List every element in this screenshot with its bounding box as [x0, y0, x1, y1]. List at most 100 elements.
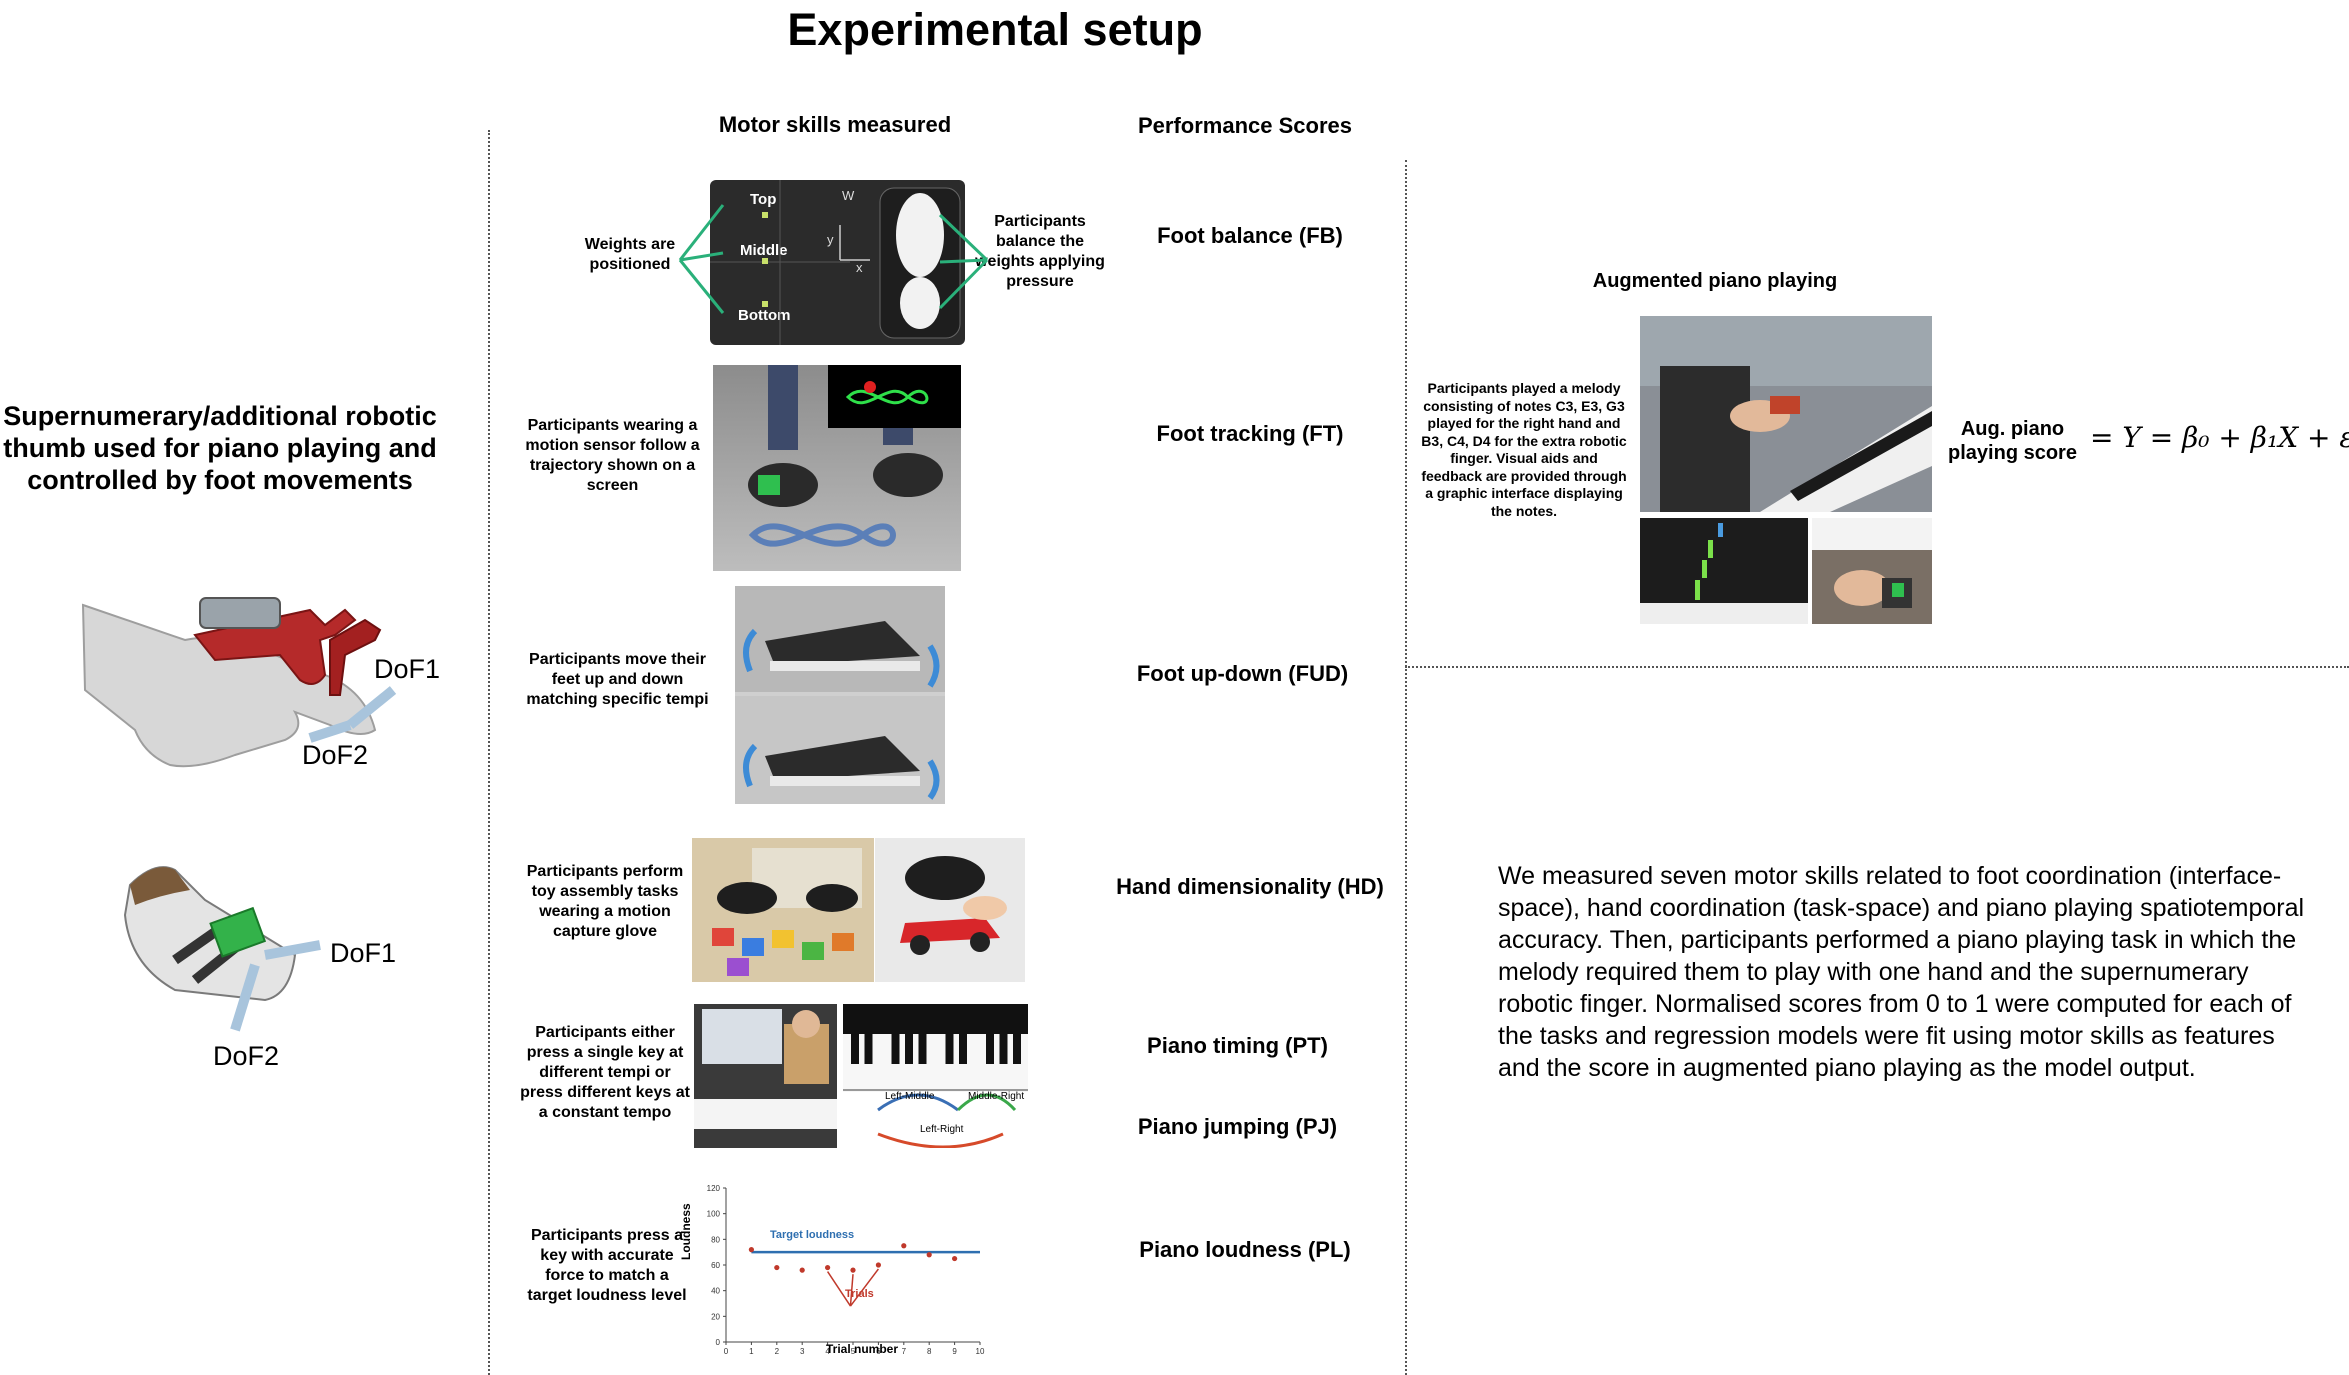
x-tick-label: 3: [800, 1347, 805, 1356]
note-interface-drawing: [1640, 523, 1808, 624]
dof2-arrow: [308, 720, 352, 743]
x-tick-label: 7: [902, 1347, 907, 1356]
trials-label: Trials: [845, 1288, 874, 1300]
divider-left: [488, 130, 490, 1375]
piano-black-key: [851, 1034, 859, 1064]
y-tick-label: 80: [711, 1235, 720, 1244]
ft-screen-target: [864, 381, 876, 393]
foot-print-heel: [900, 277, 940, 329]
trial-point: [926, 1252, 932, 1258]
ft-caption: Participants wearing a motion sensor fol…: [525, 417, 700, 494]
summary-text: We measured seven motor skills related t…: [1498, 862, 2305, 1082]
piano-black-key: [1013, 1034, 1021, 1064]
foot-tracking-photo: [713, 365, 961, 571]
trial-point: [799, 1267, 805, 1273]
fud-caption: Participants move their feet up and down…: [526, 651, 709, 708]
hand-dof1-label: DoF1: [374, 654, 441, 684]
piano-black-key: [891, 1034, 900, 1064]
x-tick-label: 1: [749, 1347, 754, 1356]
piano-black-key: [999, 1034, 1008, 1064]
y-tick-label: 120: [707, 1184, 721, 1193]
pt-caption: Participants either press a single key a…: [520, 1024, 690, 1121]
trial-point: [952, 1255, 958, 1262]
foot-dof1-label: DoF1: [330, 938, 397, 968]
target-loudness-label: Target loudness: [770, 1229, 855, 1241]
hd-caption: Participants perform toy assembly tasks …: [526, 863, 684, 940]
augmented-piano-drawing: [1640, 316, 1932, 512]
note-interface-photo: [1640, 518, 1808, 624]
balance-board-photo: Top Middle Bottom W y x: [710, 180, 965, 345]
fb-caption-left: Weights are positioned: [584, 236, 676, 273]
fb-right-arrows: [938, 213, 989, 310]
augmented-caption: Participants played a melody consisting …: [1421, 380, 1627, 519]
piano-black-key: [945, 1034, 954, 1064]
y-axis-label: Loudness: [679, 1203, 693, 1260]
fb-caption-right: Participants balance the weights applyin…: [975, 213, 1105, 290]
weight-middle-marker: [762, 258, 768, 264]
performance-scores-header: Performance Scores: [1138, 113, 1352, 138]
robotic-thumb-title: Supernumerary/additional robotic thumb u…: [3, 401, 437, 495]
piano-black-keys: [851, 1034, 1021, 1064]
robotic-finger-drawing: [1812, 518, 1932, 608]
robotic-finger-photo: [1812, 518, 1932, 624]
y-tick-label: 20: [711, 1312, 720, 1321]
pj-score-label: Piano jumping (PJ): [1137, 1114, 1338, 1139]
y-tick-label: 100: [707, 1210, 721, 1219]
arc-left-right-label: Left-Right: [920, 1124, 964, 1135]
x-tick-label: 10: [976, 1347, 985, 1356]
ft-sensor-shape: [758, 475, 780, 495]
toy-car-photo: [875, 838, 1025, 982]
motor-skills-header: Motor skills measured: [718, 112, 952, 137]
augmented-title: Augmented piano playing: [1592, 270, 1838, 292]
foot-dof2-label: DoF2: [213, 1041, 280, 1071]
augmented-piano-photo: [1640, 316, 1932, 512]
x-tick-label: 2: [775, 1347, 780, 1356]
x-axis-label: Trial number: [826, 1342, 899, 1356]
y-tick-label: 0: [716, 1338, 721, 1347]
trial-point: [875, 1262, 881, 1268]
fb-score-label: Foot balance (FB): [1157, 223, 1343, 248]
trial-point: [774, 1264, 780, 1271]
trial-point: [825, 1264, 831, 1271]
piano-black-key: [905, 1034, 913, 1064]
divider-horizontal: [1405, 666, 2349, 668]
loudness-chart: 0204060801001200 1 2 3 4 5 6 7 8 9 10: [707, 1184, 985, 1356]
toy-car-drawing: [900, 856, 1007, 955]
piano-player-photo: [694, 1004, 837, 1148]
piano-black-key: [959, 1034, 967, 1064]
x-tick-label: 9: [952, 1347, 957, 1356]
divider-right: [1405, 160, 1407, 1375]
x-tick-label: 8: [927, 1347, 932, 1356]
foot-tracking-drawing: [748, 365, 961, 547]
piano-black-key: [918, 1034, 927, 1064]
fb-left-arrows: [678, 204, 725, 314]
trial-point: [748, 1247, 754, 1253]
y-tick-label: 40: [711, 1287, 720, 1296]
foot-up-down-photo: [735, 586, 945, 804]
ft-score-label: Foot tracking (FT): [1156, 421, 1344, 446]
arc-middle-right-label: Middle-Right: [968, 1091, 1025, 1102]
toy-assembly-drawing: [712, 848, 862, 976]
piano-black-key: [864, 1034, 873, 1064]
pt-score-label: Piano timing (PT): [1147, 1033, 1328, 1058]
trial-point: [901, 1243, 907, 1249]
balance-board-drawing: [710, 180, 961, 345]
hand-dof2-label: DoF2: [302, 740, 369, 770]
pl-caption: Participants press a key with accurate f…: [527, 1227, 687, 1304]
arc-left-middle-label: Left-Middle: [885, 1091, 935, 1102]
regression-equation: = Y = β₀ + β₁X + ε: [2090, 421, 2349, 454]
hd-score-label: Hand dimensionality (HD): [1116, 874, 1384, 899]
foot-up-down-drawing: [735, 586, 945, 804]
aug-score-label: Aug. piano playing score: [1948, 418, 2077, 464]
toy-assembly-photo: [692, 838, 874, 982]
weight-bottom-marker: [762, 301, 768, 307]
figure-title: Experimental setup: [787, 4, 1203, 55]
trial-point: [850, 1267, 856, 1273]
piano-player-drawing: [694, 1009, 837, 1129]
weight-top-marker: [762, 212, 768, 218]
ft-trajectory-shape: [748, 523, 896, 547]
motor-housing-shape: [199, 597, 281, 629]
piano-black-key: [986, 1034, 994, 1064]
pl-score-label: Piano loudness (PL): [1139, 1237, 1351, 1262]
x-tick-label: 0: [724, 1347, 729, 1356]
